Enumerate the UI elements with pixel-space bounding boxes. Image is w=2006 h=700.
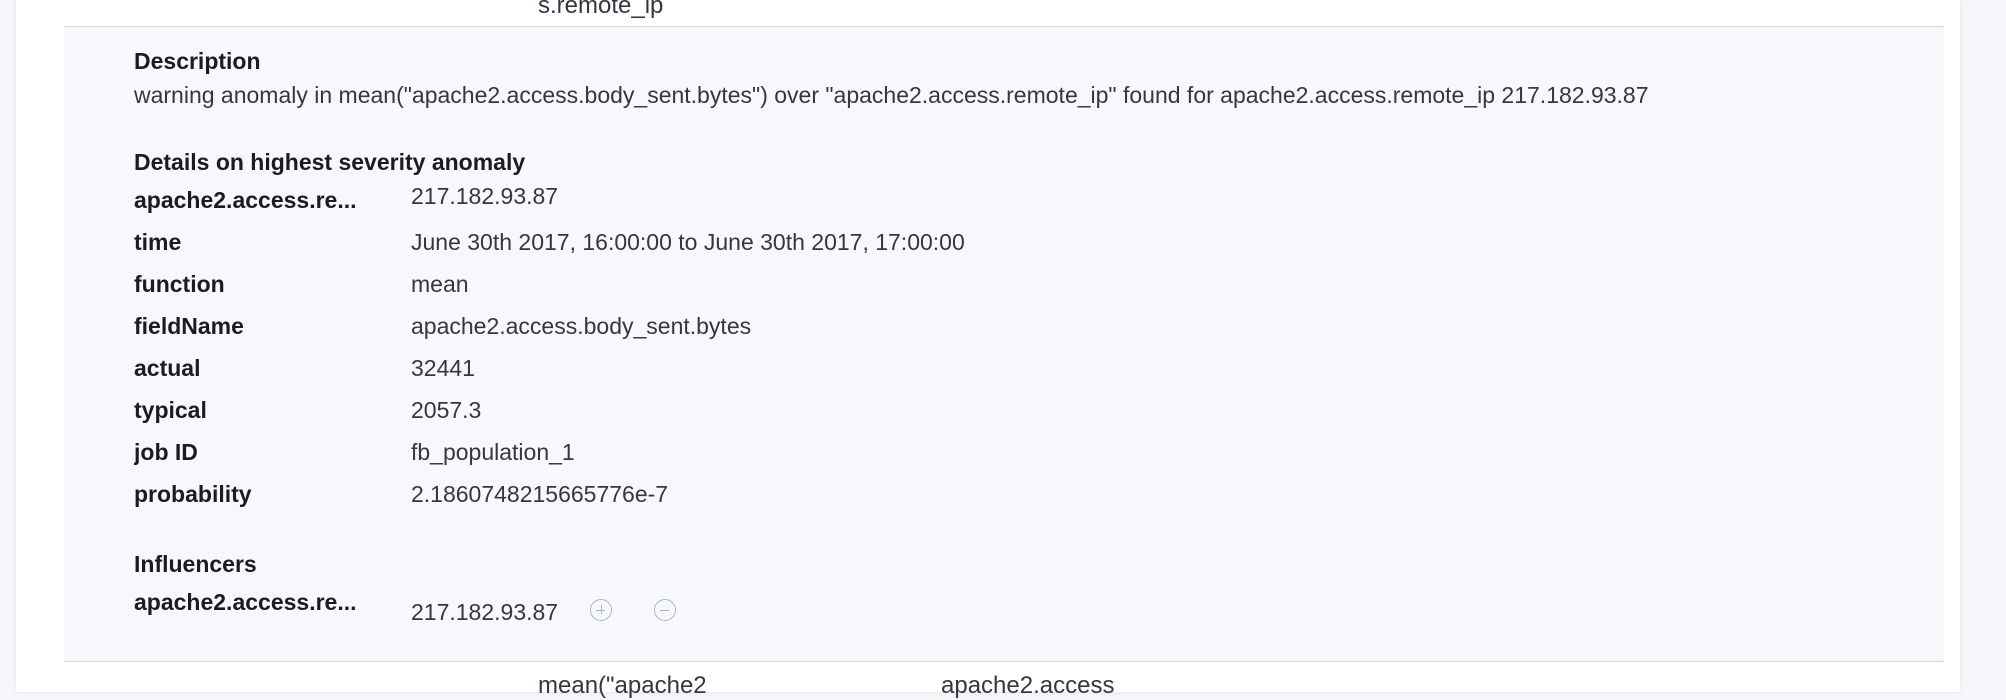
next-row-function-fragment: mean("apache2: [538, 672, 707, 699]
detail-value-actual: 32441: [411, 355, 475, 381]
detail-label-job-id: job ID: [134, 439, 198, 465]
influencer-value: 217.182.93.87: [411, 599, 559, 625]
anomalies-table-panel: s.remote_ip Description warning anomaly …: [16, 0, 1960, 699]
detail-label-probability: probability: [134, 481, 252, 507]
detail-value-function: mean: [411, 271, 469, 297]
detail-label-function: function: [134, 271, 225, 297]
row-divider: [64, 661, 1944, 662]
detail-value-probability: 2.1860748215665776e-7: [411, 481, 669, 507]
influencers-title: Influencers: [134, 551, 257, 577]
detail-value-fieldname: apache2.access.body_sent.bytes: [411, 313, 752, 339]
detail-value-job-id: fb_population_1: [411, 439, 575, 465]
description-title: Description: [134, 48, 261, 74]
expanded-row-details: [64, 27, 1944, 661]
influencer-label: apache2.access.re...: [134, 589, 357, 615]
details-title: Details on highest severity anomaly: [134, 149, 526, 175]
description-text: warning anomaly in mean("apache2.access.…: [134, 82, 1649, 108]
detail-value-entity: 217.182.93.87: [411, 183, 559, 209]
detail-label-entity: apache2.access.re...: [134, 187, 357, 213]
detail-label-time: time: [134, 229, 182, 255]
detail-label-typical: typical: [134, 397, 207, 423]
minus-circle-icon[interactable]: [654, 599, 676, 621]
detail-value-typical: 2057.3: [411, 397, 482, 423]
previous-row-field-fragment: s.remote_ip: [538, 0, 664, 19]
next-row-field-fragment: apache2.access: [941, 672, 1115, 699]
detail-label-fieldname: fieldName: [134, 313, 244, 339]
detail-label-actual: actual: [134, 355, 201, 381]
plus-circle-icon[interactable]: [590, 599, 612, 621]
detail-value-time: June 30th 2017, 16:00:00 to June 30th 20…: [411, 229, 965, 255]
